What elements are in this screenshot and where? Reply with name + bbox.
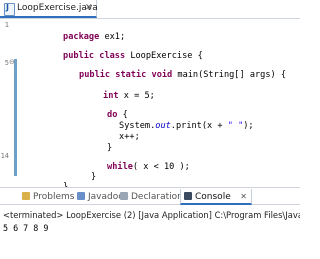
close-icon[interactable]: ✕ [240,189,247,205]
tab-javadoc[interactable]: Javadoc [77,189,123,205]
keyword-void: void [151,70,173,80]
console-status-line: <terminated> LoopExercise (2) [Java Appl… [3,210,300,220]
tab-declaration[interactable]: Declaration [120,189,183,205]
eclipse-window: J LoopExercise.java ✕ 1 5 ⊖ 14 package e… [0,0,300,259]
fold-collapse-icon[interactable]: ⊖ [9,59,16,66]
tab-declaration-label: Declaration [131,192,183,202]
editor-tab-loopexercise[interactable]: J LoopExercise.java ✕ [0,0,98,18]
console-output: 5 6 7 8 9 [3,223,49,233]
method-close-brace: } [91,172,97,182]
increment-statement: x++; [119,132,140,142]
code-editor[interactable]: 1 5 ⊖ 14 package ex1; public class LoopE… [0,19,300,192]
keyword-public: public [79,70,111,80]
javadoc-icon [77,192,85,200]
while-rest: ( x < 10 ); [132,162,190,172]
tab-javadoc-label: Javadoc [88,192,124,202]
line-number: 14 [0,152,9,160]
panel-tab-bar: Problems Javadoc Declaration Console ✕ [0,187,300,205]
java-file-icon: J [4,3,15,16]
print-string: " " [227,121,244,131]
line-number: 5 [4,59,9,67]
change-marker-bar [14,59,17,176]
problems-icon [22,192,30,200]
main-rest: main(String[] args) { [172,70,287,80]
print-end: ); [243,121,254,131]
tab-problems-label: Problems [33,192,75,202]
print-middle: .print(x + [170,121,228,131]
keyword-while: while [107,162,133,172]
java-file-icon-letter: J [6,3,9,12]
declaration-icon [120,192,128,200]
close-icon[interactable]: ✕ [85,3,93,13]
tab-console-label: Console [195,192,231,202]
keyword-static: static [115,70,147,80]
line-number: 1 [4,21,9,29]
tab-problems[interactable]: Problems [22,189,74,205]
editor-tab-bar: J LoopExercise.java ✕ [0,0,300,19]
print-field-out: out [155,121,171,131]
console-icon [184,192,192,200]
tab-console[interactable]: Console ✕ [180,189,252,205]
